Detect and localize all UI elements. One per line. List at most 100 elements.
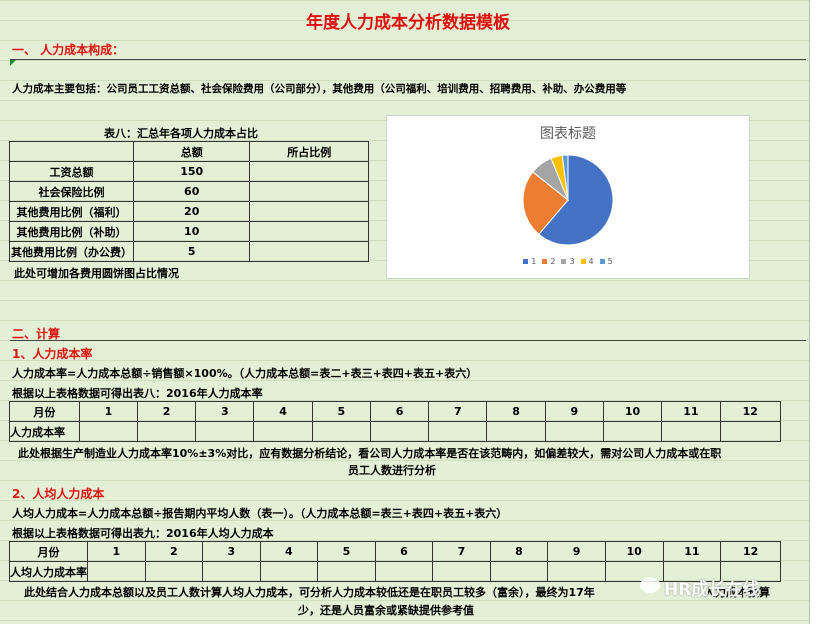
table-row: 其他费用比例（补助） 10	[9, 221, 369, 242]
section2-rule	[10, 340, 806, 341]
month-header-cell: 4	[253, 401, 313, 422]
legend-label: 3	[569, 257, 575, 266]
table8-row-label[interactable]: 其他费用比例（办公费）	[9, 241, 134, 262]
table8-row-ratio[interactable]	[249, 221, 369, 242]
month-header-cell: 8	[489, 541, 549, 562]
month-value-cell[interactable]	[661, 421, 721, 442]
month-header-label: 月份	[9, 541, 88, 562]
table-row: 人力成本率	[9, 421, 782, 442]
month-value-cell[interactable]	[602, 421, 663, 442]
month-value-cell[interactable]	[253, 421, 313, 442]
legend-item: 1	[523, 257, 536, 266]
sheet-right-edge	[809, 0, 816, 624]
month-header-cell: 7	[432, 541, 491, 562]
table8-row-ratio[interactable]	[249, 201, 369, 222]
sub2-formula: 人均人力成本=人力成本总额÷报告期内平均人数（表一）。（人力成本总额=表三+表四…	[12, 507, 508, 520]
month-header-cell: 3	[195, 401, 255, 422]
section1-intro: 人力成本主要包括：公司员工工资总额、社会保险费用（公司部分），其他费用（公司福利…	[12, 83, 627, 95]
legend-label: 5	[607, 257, 613, 266]
month-header-cell: 9	[547, 541, 606, 562]
table8-row-amount[interactable]: 20	[132, 201, 251, 222]
month-value-cell[interactable]	[369, 421, 430, 442]
month-header-row: 月份 1 2 3 4 5 6 7 8 9 10 11 12	[9, 541, 781, 562]
sub1-note-line1: 此处根据生产制造业人力成本率10%±3%对比，应有数据分析结论，看公司人力成本率…	[18, 447, 722, 460]
month-value-cell[interactable]	[311, 421, 371, 442]
table8: 总额 所占比例 工资总额 150 社会保险比例 60 其他费用比例（福利） 20…	[9, 141, 369, 262]
table8-title: 表八：汇总年各项人力成本占比	[104, 127, 258, 140]
month-value-cell[interactable]	[202, 561, 261, 582]
wechat-icon	[640, 577, 660, 593]
month-value-cell[interactable]	[486, 421, 546, 442]
legend-label: 1	[531, 257, 537, 266]
month-value-cell[interactable]	[428, 421, 488, 442]
sub2-note-line2: 少，还是人员富余或紧缺提供参考值	[298, 604, 474, 617]
section1-rule	[10, 59, 806, 60]
table-row: 其他费用比例（福利） 20	[9, 201, 369, 222]
month-header-cell: 4	[259, 541, 319, 562]
section1-heading: 一、 人力成本构成：	[12, 43, 125, 57]
chart-legend: 1 2 3 4 5	[387, 257, 749, 266]
sub1-formula: 人力成本率=人力成本总额÷销售额×100%。（人力成本总额=表二+表三+表四+表…	[12, 367, 478, 380]
cell-comment-marker	[10, 60, 16, 66]
table8-row-amount[interactable]: 60	[132, 181, 251, 202]
month-value-cell[interactable]	[137, 421, 197, 442]
sub2-table-title: 根据以上表格数据可得出表九：2016年人均人力成本	[12, 527, 274, 540]
legend-label: 4	[588, 257, 594, 266]
legend-swatch	[561, 259, 567, 264]
table-row: 工资总额 150	[9, 161, 369, 182]
table8-row-label[interactable]: 其他费用比例（补助）	[9, 221, 134, 242]
sub1-heading: 1、人力成本率	[12, 347, 93, 361]
table8-header-row: 总额 所占比例	[9, 141, 369, 162]
legend-swatch	[580, 259, 586, 264]
month-header-cell: 11	[661, 401, 721, 422]
month-header-cell: 12	[719, 401, 782, 422]
month-value-cell[interactable]	[489, 561, 549, 582]
month-value-cell[interactable]	[87, 561, 146, 582]
month-value-cell[interactable]	[259, 561, 319, 582]
table8-row-amount[interactable]: 150	[132, 161, 251, 182]
month-value-cell[interactable]	[374, 561, 434, 582]
sub1-note-line2: 员工人数进行分析	[348, 464, 436, 477]
month-value-cell[interactable]	[547, 561, 606, 582]
month-header-cell: 3	[202, 541, 261, 562]
table8-header-cell: 所占比例	[249, 141, 369, 162]
legend-label: 2	[550, 257, 556, 266]
legend-swatch	[523, 259, 529, 264]
month-header-row: 月份 1 2 3 4 5 6 7 8 9 10 11 12	[9, 401, 782, 422]
sub1-table-title: 根据以上表格数据可得出表八：2016年人力成本率	[12, 387, 263, 400]
row-label[interactable]: 人力成本率	[9, 421, 80, 442]
month-header-cell: 11	[662, 541, 722, 562]
table8-row-label[interactable]: 工资总额	[9, 161, 134, 182]
table8-row-ratio[interactable]	[249, 181, 369, 202]
row-label[interactable]: 人均人力成本率	[9, 561, 88, 582]
table8-row-amount[interactable]: 10	[132, 221, 251, 242]
month-value-cell[interactable]	[432, 561, 491, 582]
table8-row-label[interactable]: 其他费用比例（福利）	[9, 201, 134, 222]
month-header-cell: 10	[602, 401, 663, 422]
table8-header-cell: 总额	[132, 141, 251, 162]
legend-item: 2	[542, 257, 555, 266]
month-header-label: 月份	[9, 401, 80, 422]
table-row: 其他费用比例（办公费） 5	[9, 241, 369, 262]
month-header-cell: 10	[604, 541, 664, 562]
month-header-cell: 6	[369, 401, 430, 422]
table8-row-ratio[interactable]	[249, 161, 369, 182]
month-header-cell: 5	[317, 541, 376, 562]
pie-chart	[522, 154, 614, 246]
pie-chart-box[interactable]: 图表标题 12345	[386, 115, 750, 279]
month-header-cell: 8	[486, 401, 546, 422]
month-header-cell: 2	[144, 541, 204, 562]
month-header-cell: 6	[374, 541, 434, 562]
month-header-cell: 7	[428, 401, 488, 422]
month-value-cell[interactable]	[78, 421, 139, 442]
month-value-cell[interactable]	[719, 421, 782, 442]
table8-row-amount[interactable]: 5	[132, 241, 251, 262]
month-value-cell[interactable]	[144, 561, 204, 582]
month-header-cell: 1	[78, 401, 139, 422]
legend-swatch	[542, 259, 548, 264]
month-value-cell[interactable]	[195, 421, 255, 442]
table8-row-label[interactable]: 社会保险比例	[9, 181, 134, 202]
month-value-cell[interactable]	[317, 561, 376, 582]
table8-row-ratio[interactable]	[249, 241, 369, 262]
month-value-cell[interactable]	[544, 421, 604, 442]
